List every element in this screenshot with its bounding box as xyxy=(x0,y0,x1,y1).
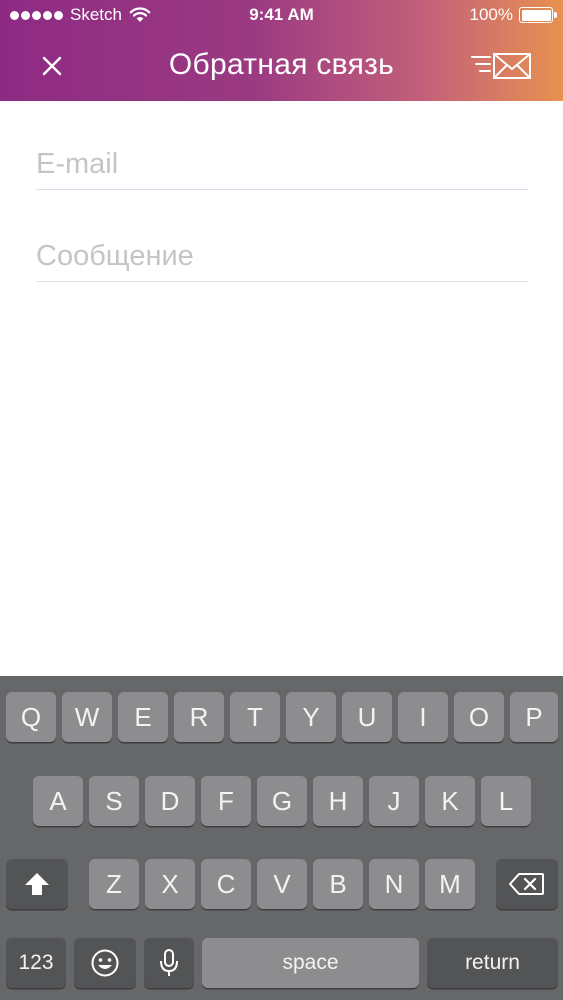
key-l[interactable]: L xyxy=(481,776,531,826)
key-w[interactable]: W xyxy=(62,692,112,742)
status-bar: Sketch 9:41 AM 100% xyxy=(0,0,563,30)
key-p[interactable]: P xyxy=(510,692,558,742)
send-button[interactable] xyxy=(469,48,533,84)
backspace-key[interactable] xyxy=(496,859,558,909)
emoji-icon xyxy=(91,949,119,977)
key-f[interactable]: F xyxy=(201,776,251,826)
space-key[interactable]: space xyxy=(202,938,419,988)
key-t[interactable]: T xyxy=(230,692,280,742)
key-r[interactable]: R xyxy=(174,692,224,742)
key-m[interactable]: M xyxy=(425,859,475,909)
key-h[interactable]: H xyxy=(313,776,363,826)
key-u[interactable]: U xyxy=(342,692,392,742)
return-key[interactable]: return xyxy=(427,938,558,988)
key-x[interactable]: X xyxy=(145,859,195,909)
message-field[interactable] xyxy=(36,222,528,281)
key-q[interactable]: Q xyxy=(6,692,56,742)
status-right: 100% xyxy=(469,5,557,25)
key-i[interactable]: I xyxy=(398,692,448,742)
email-field-container xyxy=(36,130,528,190)
key-d[interactable]: D xyxy=(145,776,195,826)
backspace-icon xyxy=(509,873,544,895)
battery-percentage: 100% xyxy=(469,5,513,24)
key-b[interactable]: B xyxy=(313,859,363,909)
key-v[interactable]: V xyxy=(257,859,307,909)
header: Sketch 9:41 AM 100% Обратная связь xyxy=(0,0,563,101)
key-n[interactable]: N xyxy=(369,859,419,909)
keyboard: Q W E R T Y U I O P A S D F G H J K L Z … xyxy=(0,676,563,1000)
numbers-key[interactable]: 123 xyxy=(6,938,66,988)
send-message-icon xyxy=(471,53,531,79)
emoji-key[interactable] xyxy=(74,938,136,988)
shift-key[interactable] xyxy=(6,859,68,909)
key-a[interactable]: A xyxy=(33,776,83,826)
battery-icon xyxy=(519,7,557,23)
shift-icon xyxy=(25,873,49,895)
microphone-key[interactable] xyxy=(144,938,194,988)
key-k[interactable]: K xyxy=(425,776,475,826)
key-y[interactable]: Y xyxy=(286,692,336,742)
key-o[interactable]: O xyxy=(454,692,504,742)
key-z[interactable]: Z xyxy=(89,859,139,909)
key-c[interactable]: C xyxy=(201,859,251,909)
key-e[interactable]: E xyxy=(118,692,168,742)
microphone-icon xyxy=(160,949,178,976)
nav-bar: Обратная связь xyxy=(0,30,563,101)
key-j[interactable]: J xyxy=(369,776,419,826)
message-field-container xyxy=(36,222,528,282)
key-g[interactable]: G xyxy=(257,776,307,826)
key-s[interactable]: S xyxy=(89,776,139,826)
email-field[interactable] xyxy=(36,130,528,189)
